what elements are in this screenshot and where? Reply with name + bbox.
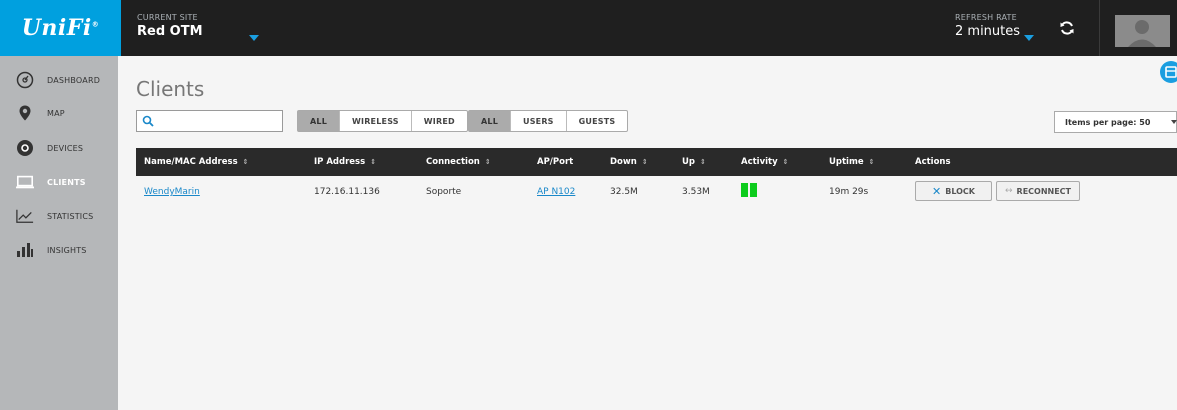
site-label: CURRENT SITE — [137, 13, 198, 22]
connection-filter: ALL WIRELESS WIRED — [297, 110, 468, 132]
reconnect-button[interactable]: ↔ RECONNECT — [996, 181, 1080, 201]
refresh-rate-selector[interactable]: REFRESH RATE 2 minutes — [955, 13, 1020, 39]
devices-icon — [16, 139, 34, 157]
sidebar-item-label: CLIENTS — [47, 177, 86, 187]
sidebar-item-insights[interactable]: INSIGHTS — [0, 234, 118, 266]
sidebar-item-label: DEVICES — [47, 143, 84, 153]
insights-icon — [16, 241, 34, 259]
refresh-chevron-down-icon[interactable] — [1024, 35, 1034, 41]
column-header-uptime[interactable]: Uptime ⇕ — [829, 157, 874, 167]
avatar[interactable] — [1115, 15, 1170, 47]
search-input[interactable] — [136, 110, 283, 132]
filter-all-users[interactable]: ALL — [469, 111, 511, 131]
activity-bar — [741, 183, 748, 197]
column-header-ip[interactable]: IP Address ⇕ — [314, 157, 376, 167]
activity-bar — [750, 183, 757, 197]
column-header-connection[interactable]: Connection ⇕ — [426, 157, 491, 167]
refresh-label: REFRESH RATE — [955, 13, 1017, 22]
block-button[interactable]: ✕ BLOCK — [915, 181, 992, 201]
site-chevron-down-icon[interactable] — [249, 35, 259, 41]
sidebar-item-label: STATISTICS — [47, 211, 94, 221]
client-ip: 172.16.11.136 — [314, 187, 380, 197]
export-icon[interactable] — [1160, 61, 1177, 83]
sidebar-item-clients[interactable]: CLIENTS — [0, 166, 118, 198]
map-pin-icon — [16, 104, 34, 122]
user-silhouette-icon — [1115, 15, 1170, 47]
sort-icon: ⇕ — [370, 158, 377, 166]
sort-icon: ⇕ — [782, 158, 789, 166]
block-button-label: BLOCK — [945, 186, 975, 196]
reconnect-arrows-icon: ↔ — [1004, 186, 1013, 196]
column-header-activity[interactable]: Activity ⇕ — [741, 157, 789, 167]
refresh-icon[interactable] — [1059, 20, 1075, 36]
filter-wired[interactable]: WIRED — [412, 111, 467, 131]
column-header-up[interactable]: Up ⇕ — [682, 157, 706, 167]
client-ap-link[interactable]: AP N102 — [537, 187, 575, 197]
sidebar-item-label: MAP — [47, 108, 65, 118]
sidebar-item-dashboard[interactable]: DASHBOARD — [0, 64, 118, 96]
close-icon: ✕ — [932, 184, 942, 198]
sidebar-item-statistics[interactable]: STATISTICS — [0, 200, 118, 232]
sort-icon: ⇕ — [700, 158, 706, 166]
logo-text: UniFi® — [21, 15, 100, 41]
sort-icon: ⇕ — [484, 158, 491, 166]
sidebar-item-devices[interactable]: DEVICES — [0, 132, 118, 164]
filter-wireless[interactable]: WIRELESS — [340, 111, 412, 131]
items-per-page-select[interactable]: Items per page: 50 — [1054, 111, 1177, 133]
items-per-page-chevron-down-icon — [1171, 120, 1177, 124]
sidebar-item-label: INSIGHTS — [47, 245, 87, 255]
reconnect-button-label: RECONNECT — [1016, 186, 1072, 196]
column-header-actions: Actions — [915, 157, 951, 167]
filter-guests[interactable]: GUESTS — [567, 111, 628, 131]
filter-all-connections[interactable]: ALL — [298, 111, 340, 131]
user-filter: ALL USERS GUESTS — [468, 110, 629, 132]
sort-icon: ⇕ — [641, 158, 648, 166]
dashboard-icon — [16, 71, 34, 89]
filter-users[interactable]: USERS — [511, 111, 567, 131]
sidebar-item-label: DASHBOARD — [47, 75, 101, 85]
column-header-ap-port[interactable]: AP/Port — [537, 157, 573, 167]
column-header-name[interactable]: Name/MAC Address ⇕ — [144, 157, 249, 167]
refresh-value: 2 minutes — [955, 24, 1021, 39]
client-down: 32.5M — [610, 187, 638, 197]
client-uptime: 19m 29s — [829, 187, 869, 197]
sort-icon: ⇕ — [242, 158, 249, 166]
sidebar: DASHBOARD MAP DEVICES CLIENTS STATISTICS… — [0, 56, 118, 410]
client-connection: Soporte — [426, 187, 462, 197]
column-header-down[interactable]: Down ⇕ — [610, 157, 648, 167]
search-icon — [142, 115, 154, 127]
activity-indicator — [741, 183, 757, 197]
page-title: Clients — [136, 77, 205, 101]
sidebar-item-map[interactable]: MAP — [0, 97, 118, 129]
header-divider — [1099, 0, 1100, 56]
site-selector[interactable]: CURRENT SITE Red OTM — [137, 13, 203, 39]
client-up: 3.53M — [682, 187, 710, 197]
statistics-icon — [16, 207, 34, 225]
unifi-logo[interactable]: UniFi® — [0, 0, 121, 56]
table-header: Name/MAC Address ⇕ IP Address ⇕ Connection… — [136, 148, 1177, 176]
top-bar: UniFi® CURRENT SITE Red OTM REFRESH RATE… — [0, 0, 1177, 56]
sort-icon: ⇕ — [868, 158, 875, 166]
site-name: Red OTM — [137, 24, 203, 39]
client-name-link[interactable]: WendyMarin — [144, 187, 200, 197]
clients-icon — [16, 173, 34, 191]
